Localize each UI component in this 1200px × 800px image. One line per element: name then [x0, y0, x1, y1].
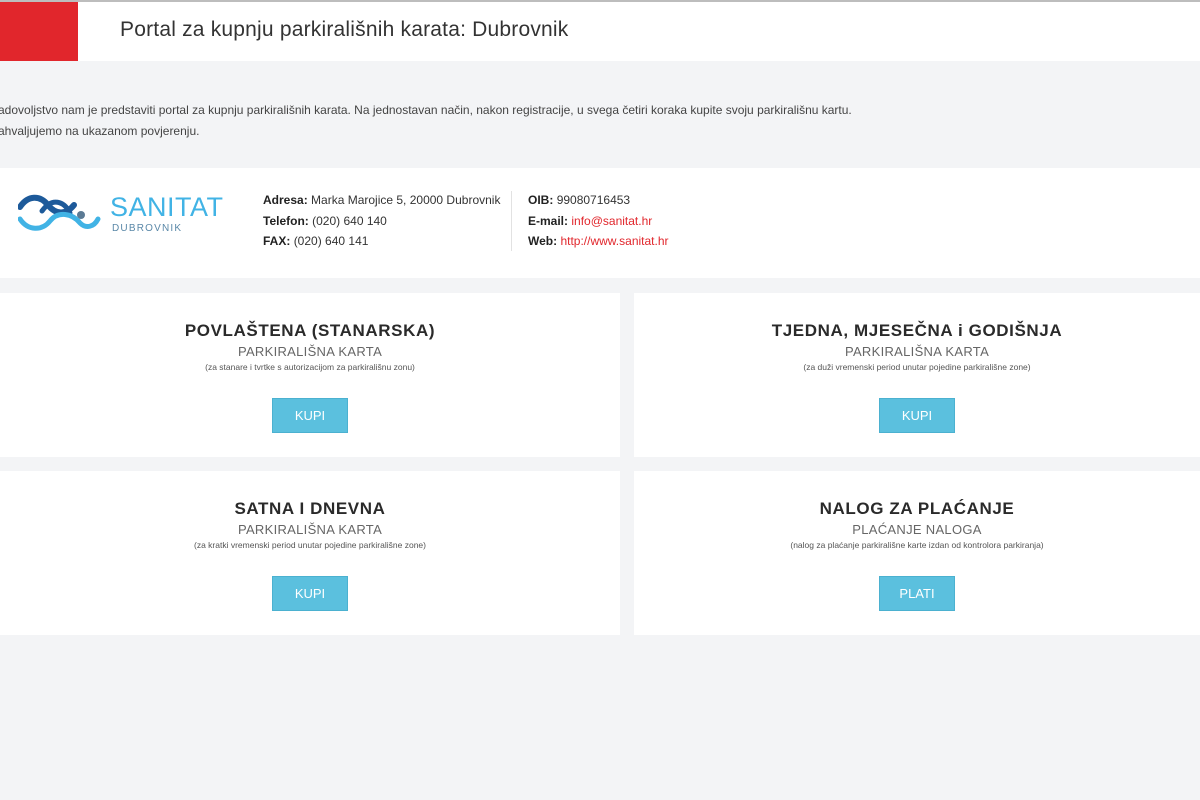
card-weekly-monthly-yearly-ticket: TJEDNA, MJESEČNA i GODIŠNJA PARKIRALIŠNA…: [634, 293, 1200, 457]
card-title: TJEDNA, MJESEČNA i GODIŠNJA: [771, 321, 1063, 340]
brand-name: SANITAT: [110, 192, 224, 222]
card-note: (za kratki vremenski period unutar pojed…: [194, 540, 426, 550]
buy-hourly-button[interactable]: KUPI: [272, 576, 348, 611]
email-label: E-mail:: [528, 213, 569, 228]
web-label: Web:: [528, 234, 558, 248]
sanitat-logo[interactable]: SANITAT DUBROVNIK: [18, 192, 228, 238]
contact-column-1: Adresa: Marka Marojice 5, 20000 Dubrovni…: [263, 190, 500, 252]
web-link[interactable]: http://www.sanitat.hr: [560, 234, 668, 248]
phone-row: Telefon: (020) 640 140: [263, 211, 500, 232]
card-subtitle: PLAĆANJE NALOGA: [852, 522, 982, 537]
oib-row: OIB: 99080716453: [528, 190, 669, 211]
intro-line-2: ahvaljujemo na ukazanom povjerenju.: [0, 124, 200, 138]
email-link[interactable]: info@sanitat.hr: [571, 214, 652, 228]
buy-periodic-button[interactable]: KUPI: [879, 398, 955, 433]
oib-label: OIB:: [528, 193, 554, 207]
contact-divider: [511, 191, 512, 251]
card-resident-ticket: POVLAŠTENA (STANARSKA) PARKIRALIŠNA KART…: [0, 293, 620, 457]
card-subtitle: PARKIRALIŠNA KARTA: [844, 344, 990, 359]
phone-label: Telefon:: [263, 213, 309, 228]
card-payment-order: NALOG ZA PLAĆANJE PLAĆANJE NALOGA (nalog…: [634, 471, 1200, 635]
card-subtitle: PARKIRALIŠNA KARTA: [237, 522, 383, 537]
card-hourly-daily-ticket: SATNA I DNEVNA PARKIRALIŠNA KARTA (za kr…: [0, 471, 620, 635]
fax-value: (020) 640 141: [293, 234, 369, 248]
card-title: NALOG ZA PLAĆANJE: [819, 499, 1015, 518]
card-note: (za stanare i tvrtke s autorizacijom za …: [205, 362, 415, 372]
address-row: Adresa: Marka Marojice 5, 20000 Dubrovni…: [263, 190, 500, 211]
card-title: POVLAŠTENA (STANARSKA): [184, 321, 436, 340]
fax-row: FAX: (020) 640 141: [263, 231, 500, 252]
phone-value: (020) 640 140: [312, 213, 387, 228]
pay-order-button[interactable]: PLATI: [879, 576, 955, 611]
contact-column-2: OIB: 99080716453 E-mail: info@sanitat.hr…: [528, 190, 669, 252]
email-row: E-mail: info@sanitat.hr: [528, 211, 669, 232]
buy-resident-button[interactable]: KUPI: [272, 398, 348, 433]
card-subtitle: PARKIRALIŠNA KARTA: [237, 344, 383, 359]
intro-line-1: adovoljstvo nam je predstaviti portal za…: [0, 103, 852, 117]
card-note: (za duži vremenski period unutar pojedin…: [803, 362, 1031, 372]
card-title: SATNA I DNEVNA: [234, 499, 386, 518]
address-value: Marka Marojice 5, 20000 Dubrovnik: [311, 193, 501, 207]
brand-red-block: [0, 2, 78, 61]
intro-text: adovoljstvo nam je predstaviti portal za…: [0, 100, 1200, 142]
wave-logo-icon: [18, 194, 101, 231]
web-row: Web: http://www.sanitat.hr: [528, 231, 669, 252]
fax-label: FAX:: [263, 234, 291, 248]
page-title: Portal za kupnju parkirališnih karata: D…: [120, 18, 569, 41]
brand-subtitle: DUBROVNIK: [112, 223, 183, 234]
page-header: Portal za kupnju parkirališnih karata: D…: [0, 2, 1200, 61]
oib-value: 99080716453: [556, 193, 631, 207]
card-note: (nalog za plaćanje parkirališne karte iz…: [790, 540, 1044, 550]
address-label: Adresa:: [263, 193, 308, 207]
